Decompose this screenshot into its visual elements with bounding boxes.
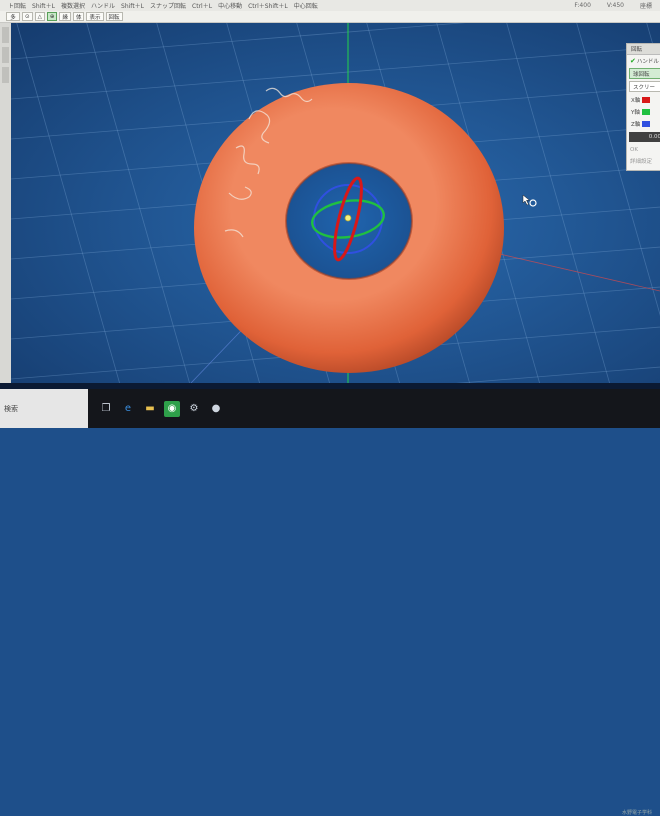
app-green-icon[interactable]: ◉: [164, 400, 180, 417]
viewport-canvas[interactable]: [11, 23, 660, 383]
readout-f: F:400: [574, 2, 591, 9]
tool-button-rotation[interactable]: 回転: [105, 12, 123, 21]
status-bar: ト回転 Shift＋L 複数選択 ハンドル Shift＋L スナップ回転 Ctr…: [0, 0, 660, 11]
angle-input[interactable]: 0.00: [629, 132, 660, 142]
taskbar-search[interactable]: 検索: [0, 389, 88, 428]
screen-rotate-button[interactable]: スクリー: [629, 81, 660, 92]
axis-z-label: Z軸: [631, 122, 641, 128]
tool-button-face[interactable]: △: [34, 12, 45, 21]
status-item: Ctrl＋Shift＋L: [248, 3, 288, 10]
app-ball-icon[interactable]: ●: [208, 401, 224, 417]
tray-text: 水野電子学科: [621, 810, 652, 816]
status-item: ハンドル: [91, 3, 116, 10]
status-item: Shift＋L: [32, 3, 55, 10]
edge-browser-icon[interactable]: e: [120, 401, 136, 417]
ok-button[interactable]: OK: [627, 144, 660, 155]
check-icon: ✔: [630, 56, 636, 65]
search-label: 検索: [4, 404, 18, 413]
axis-x-label: X軸: [631, 98, 641, 104]
status-item: Ctrl＋L: [192, 3, 213, 10]
panel-title: 回転: [627, 44, 660, 55]
sphere-rotate-button[interactable]: 球回転: [629, 68, 660, 79]
readout-coord: 座標: [639, 3, 652, 10]
blue-swatch-icon: [642, 121, 651, 127]
status-item: 中心移動: [218, 3, 243, 10]
status-item: 中心回転: [293, 3, 318, 10]
handle-label: ハンドル: [636, 58, 659, 65]
green-swatch-icon: [641, 109, 650, 115]
tool-button-display[interactable]: 表示: [86, 12, 104, 21]
status-item: 複数選択: [61, 3, 86, 10]
axis-y-label: Y軸: [631, 110, 640, 116]
tool-button-point[interactable]: ⊙: [22, 12, 33, 21]
torus-model[interactable]: [194, 83, 504, 373]
red-swatch-icon: [642, 97, 651, 103]
settings-icon[interactable]: ⚙: [186, 401, 202, 417]
mode-toolbar: 多 ⊙ △ ⊕ 縁 体 表示 回転: [0, 11, 660, 23]
file-explorer-icon[interactable]: ▬: [142, 401, 158, 417]
status-item: Shift＋L: [121, 3, 145, 10]
axis-y-option[interactable]: Y軸: [627, 106, 660, 118]
taskbar: 検索 ❐ e ▬ ◉ ⚙ ● 水野電子学科: [0, 389, 660, 816]
dock-handle[interactable]: [2, 27, 9, 43]
status-item: ト回転: [8, 3, 27, 10]
status-item: スナップ回転: [150, 3, 187, 10]
rotation-panel: 回転 ✔ ハンドル 球回転 スクリー X軸 Y軸 Z軸 0.00 OK 詳細設定: [626, 43, 660, 171]
axis-z-option[interactable]: Z軸: [627, 118, 660, 130]
handle-checkbox[interactable]: ✔ ハンドル: [627, 55, 660, 66]
detail-settings-button[interactable]: 詳細設定: [627, 155, 660, 166]
axis-x-option[interactable]: X軸: [627, 94, 660, 106]
readout-v: V:450: [606, 2, 624, 9]
tool-button-edge[interactable]: 縁: [59, 12, 71, 21]
tool-button-rotate-active[interactable]: ⊕: [46, 12, 58, 21]
3d-viewport[interactable]: [11, 23, 660, 383]
task-view-icon[interactable]: ❐: [98, 401, 114, 417]
dock-handle[interactable]: [2, 67, 9, 83]
dock-handle[interactable]: [2, 47, 9, 63]
status-readouts: F:400 V:450 座標: [574, 0, 652, 11]
tool-button-multi[interactable]: 多: [6, 12, 20, 21]
tool-button-body[interactable]: 体: [72, 12, 85, 21]
taskbar-apps: ❐ e ▬ ◉ ⚙ ●: [98, 400, 224, 417]
